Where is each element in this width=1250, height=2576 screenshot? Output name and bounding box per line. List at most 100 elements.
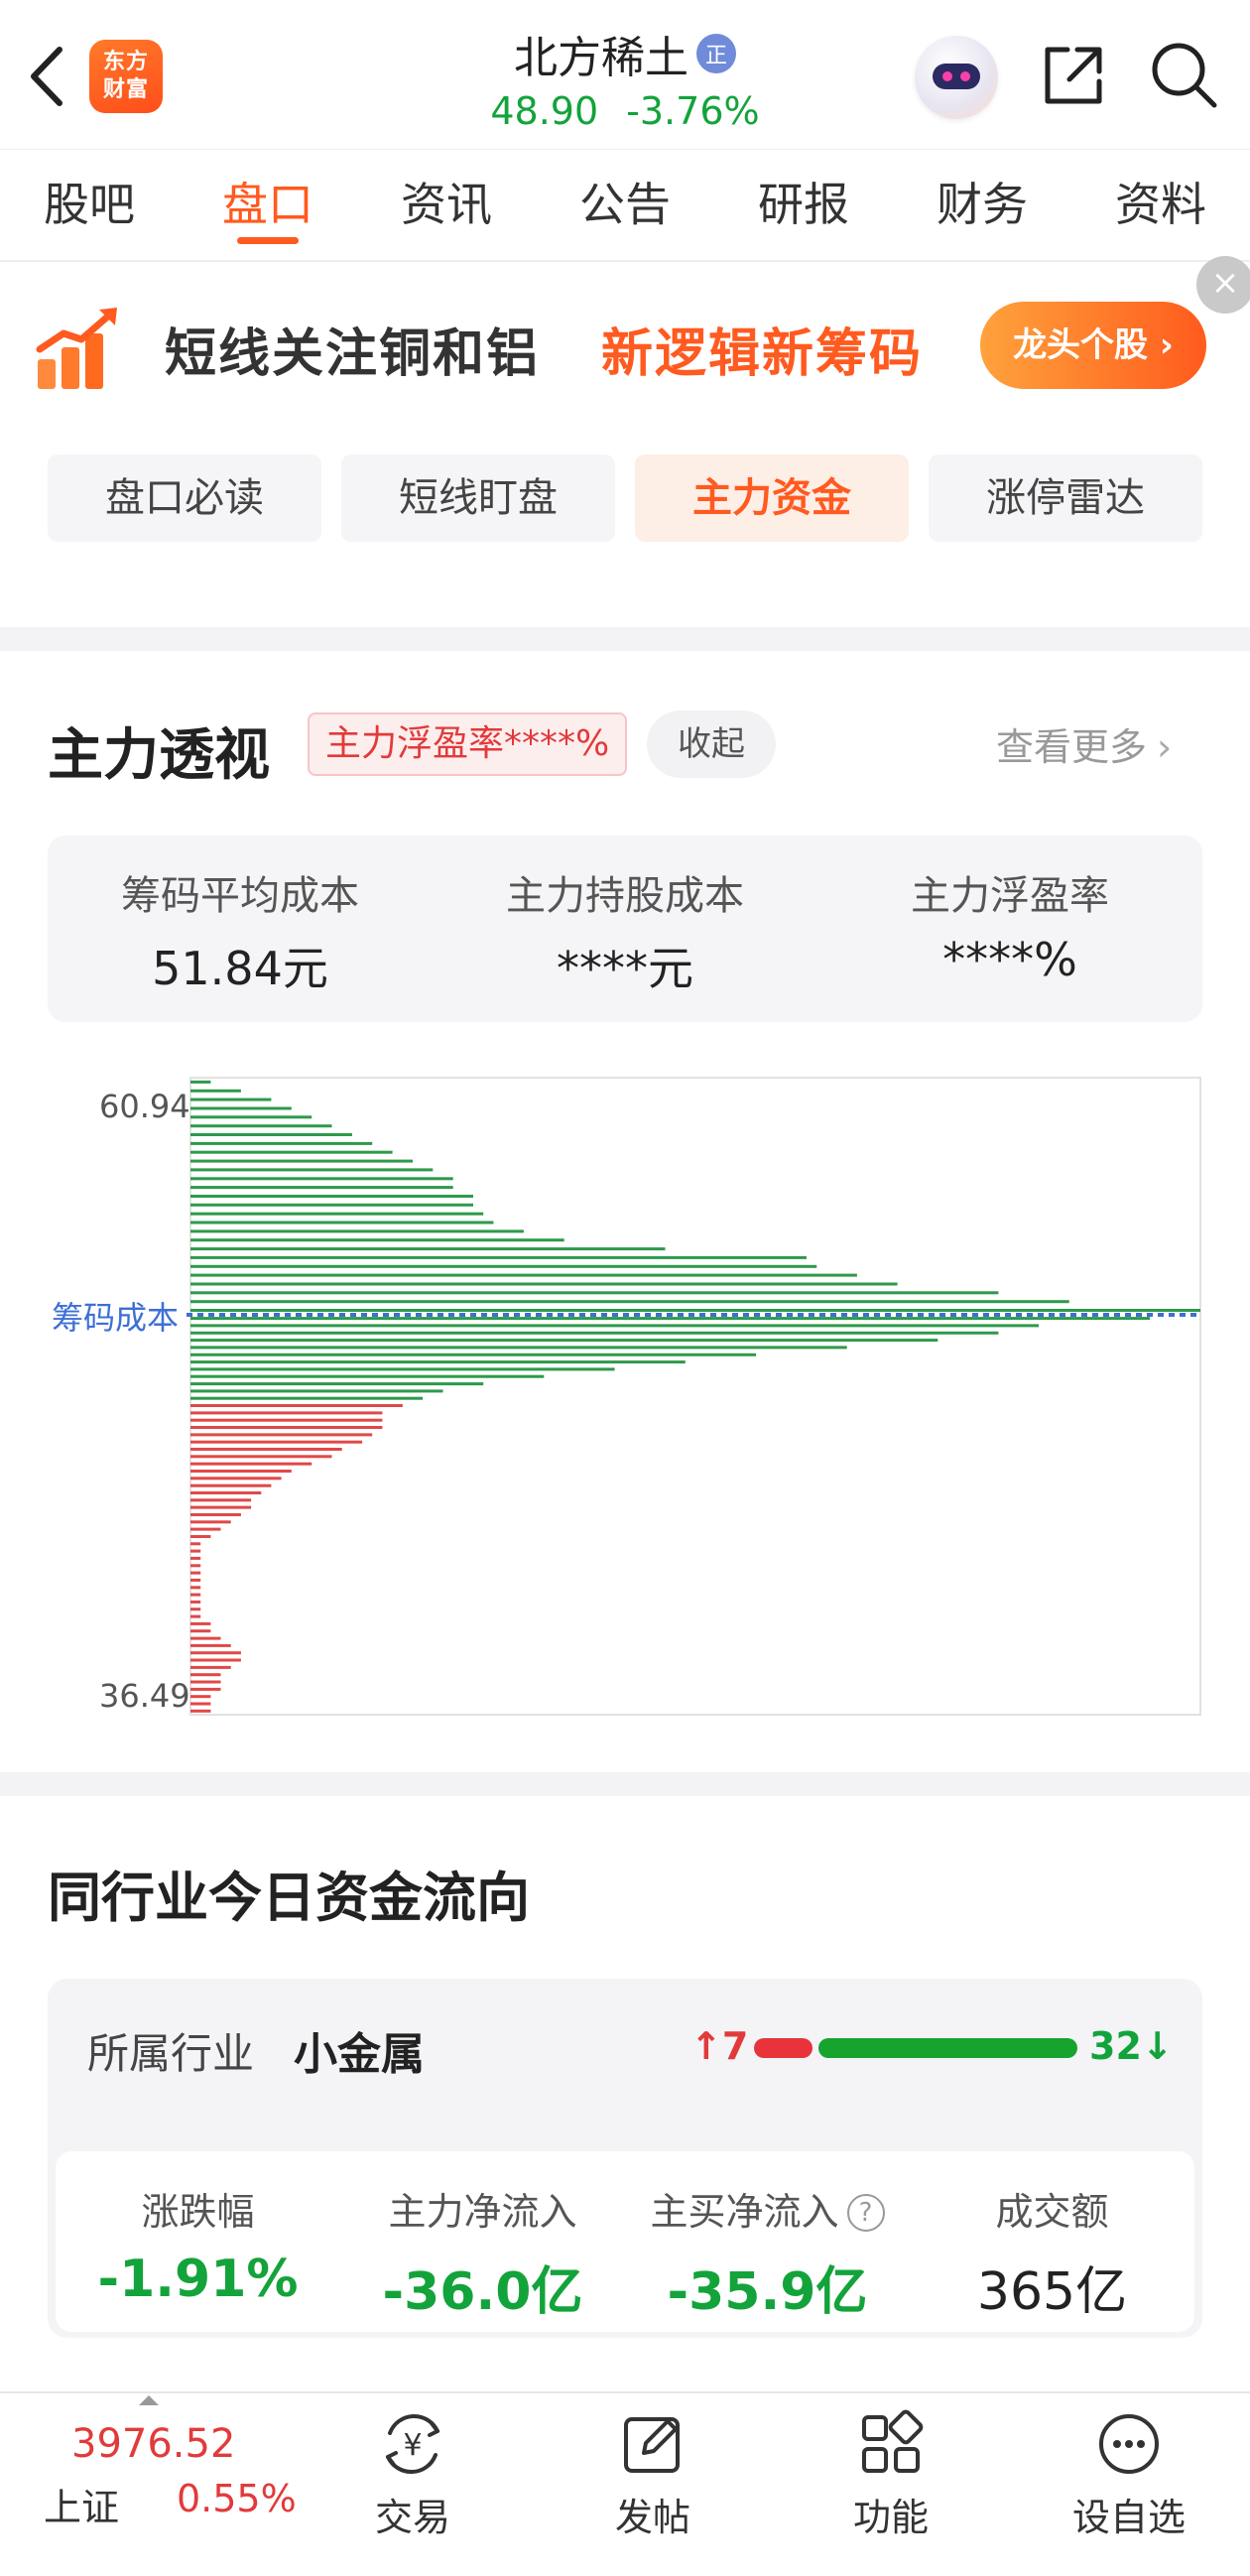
banner-title: 短线关注铜和铝 bbox=[165, 324, 541, 384]
leading-stocks-label: 龙头个股 bbox=[1013, 325, 1149, 365]
sh-index-change[interactable]: 0.55% bbox=[177, 2477, 297, 2520]
chip-bar-profit bbox=[190, 1571, 201, 1575]
industry-turnover: 成交额 365亿 bbox=[910, 2151, 1194, 2332]
up-count-value: 7 bbox=[721, 2024, 749, 2068]
up-arrow-icon: ↑ bbox=[690, 2024, 722, 2068]
chip-bar-profit bbox=[190, 1643, 231, 1647]
chip-bar-loss bbox=[190, 1212, 484, 1216]
verified-badge-icon: 正 bbox=[696, 34, 736, 73]
profit-rate-badge[interactable]: 主力浮盈率****% bbox=[308, 712, 628, 776]
sh-index-name[interactable]: 上证 bbox=[44, 2477, 119, 2531]
chip-bar-profit bbox=[190, 1411, 383, 1415]
chip-bar-loss bbox=[190, 1360, 686, 1364]
chip-bar-profit bbox=[190, 1629, 211, 1633]
chip-bar-loss bbox=[190, 1115, 312, 1119]
chip-bar-profit bbox=[190, 1462, 312, 1466]
chip-bar-profit bbox=[190, 1578, 201, 1582]
stat-value: -35.9亿 bbox=[667, 2262, 868, 2322]
chip-distribution-chart bbox=[0, 1072, 1250, 1727]
tab-profile[interactable]: 资料 bbox=[1071, 150, 1250, 260]
stat-value: -36.0亿 bbox=[382, 2262, 583, 2322]
chip-bar-loss bbox=[190, 1300, 1069, 1304]
tab-research[interactable]: 研报 bbox=[714, 150, 893, 260]
nav-post[interactable]: 发帖 bbox=[573, 2399, 732, 2558]
chip-bar-loss bbox=[190, 1238, 564, 1242]
stat-label: 成交额 bbox=[995, 2190, 1109, 2234]
chip-bar-loss bbox=[190, 1089, 241, 1093]
chip-bar-profit bbox=[190, 1621, 211, 1625]
chip-bar-loss bbox=[190, 1309, 1200, 1312]
stock-change-pct: -3.76% bbox=[626, 89, 760, 133]
industry-down-count: 32↓ bbox=[1089, 2024, 1174, 2068]
chip-bar-loss bbox=[190, 1159, 413, 1163]
tab-news[interactable]: 资讯 bbox=[357, 150, 536, 260]
chip-bar-loss bbox=[190, 1339, 938, 1343]
up-down-ratio-bar bbox=[754, 2038, 1077, 2058]
chip-bar-profit bbox=[190, 1658, 241, 1662]
subtab-limit-up-radar[interactable]: 涨停雷达 bbox=[929, 454, 1202, 542]
chip-bar-profit bbox=[190, 1426, 383, 1429]
nav-label: 发帖 bbox=[614, 2496, 690, 2539]
industry-active-buy-inflow: 主买净流入? -35.9亿 bbox=[625, 2151, 910, 2332]
tab-pankou[interactable]: 盘口 bbox=[179, 150, 357, 260]
expand-caret-icon[interactable] bbox=[139, 2395, 159, 2405]
chip-bar-profit bbox=[190, 1556, 201, 1560]
down-count-value: 32 bbox=[1089, 2024, 1142, 2068]
chip-bar-profit bbox=[190, 1680, 221, 1684]
ai-assistant-robot-icon[interactable] bbox=[915, 36, 998, 119]
chip-bar-profit bbox=[190, 1542, 201, 1546]
chip-bar-loss bbox=[190, 1168, 434, 1172]
nav-label: 功能 bbox=[852, 2496, 929, 2539]
chip-bar-loss bbox=[190, 1346, 847, 1350]
nav-functions[interactable]: 功能 bbox=[812, 2399, 970, 2558]
sh-index-value[interactable]: 3976.52 bbox=[71, 2421, 235, 2467]
tab-finance[interactable]: 财务 bbox=[893, 150, 1071, 260]
chip-bar-loss bbox=[190, 1291, 999, 1295]
chip-bar-profit bbox=[190, 1455, 332, 1459]
chip-bar-loss bbox=[190, 1382, 484, 1386]
stock-name: 北方稀土 bbox=[514, 33, 688, 83]
chip-bar-loss bbox=[190, 1389, 443, 1393]
collapse-button[interactable]: 收起 bbox=[647, 710, 776, 778]
chip-bar-loss bbox=[190, 1317, 1151, 1321]
chip-bar-profit bbox=[190, 1586, 201, 1590]
chip-bar-loss bbox=[190, 1133, 352, 1136]
chip-bar-profit bbox=[190, 1593, 201, 1597]
view-more-link[interactable]: 查看更多 › bbox=[996, 716, 1172, 771]
view-more-label: 查看更多 bbox=[996, 725, 1148, 769]
chip-bar-profit bbox=[190, 1448, 342, 1451]
more-dots-icon bbox=[1099, 2414, 1159, 2474]
down-ratio-segment bbox=[818, 2038, 1077, 2058]
top-header: 东方 财富 北方稀土 正 48.90 -3.76% bbox=[0, 0, 1250, 149]
subtab-short-term-watch[interactable]: 短线盯盘 bbox=[341, 454, 615, 542]
chip-bar-loss bbox=[190, 1177, 453, 1181]
search-icon[interactable] bbox=[1147, 38, 1220, 111]
nav-add-watchlist[interactable]: 设自选 bbox=[1050, 2399, 1208, 2558]
main-force-title: 主力透视 bbox=[48, 723, 270, 788]
banner-close-icon[interactable]: × bbox=[1196, 256, 1250, 314]
chip-bar-loss bbox=[190, 1097, 272, 1101]
stat-value: ****元 bbox=[557, 942, 693, 995]
help-question-icon[interactable]: ? bbox=[846, 2194, 885, 2232]
subtab-must-read[interactable]: 盘口必读 bbox=[48, 454, 321, 542]
chip-bar-profit bbox=[190, 1695, 211, 1699]
chip-bar-loss bbox=[190, 1324, 1040, 1328]
nav-trade[interactable]: ¥ 交易 bbox=[333, 2399, 492, 2558]
chip-bar-loss bbox=[190, 1203, 473, 1207]
chip-cost-label: 筹码成本 bbox=[52, 1298, 180, 1337]
leading-stocks-button[interactable]: 龙头个股 › bbox=[980, 302, 1206, 389]
tab-announcements[interactable]: 公告 bbox=[536, 150, 714, 260]
stat-label-text: 主买净流入 bbox=[650, 2190, 839, 2234]
chip-bar-profit bbox=[190, 1600, 201, 1604]
pankou-subtabs: 盘口必读 短线盯盘 主力资金 涨停雷达 bbox=[48, 454, 1202, 542]
share-icon[interactable] bbox=[1038, 40, 1109, 111]
chip-bar-profit bbox=[190, 1665, 231, 1669]
stock-price: 48.90 bbox=[490, 89, 599, 133]
subtab-main-funds[interactable]: 主力资金 bbox=[635, 454, 909, 542]
chip-bar-loss bbox=[190, 1106, 292, 1110]
section-divider bbox=[0, 627, 1250, 651]
promo-banner[interactable]: 短线关注铜和铝 新逻辑新筹码 龙头个股 › bbox=[0, 264, 1250, 433]
tab-guba[interactable]: 股吧 bbox=[0, 150, 179, 260]
chip-bar-loss bbox=[190, 1195, 473, 1198]
chip-bar-loss bbox=[190, 1080, 211, 1084]
